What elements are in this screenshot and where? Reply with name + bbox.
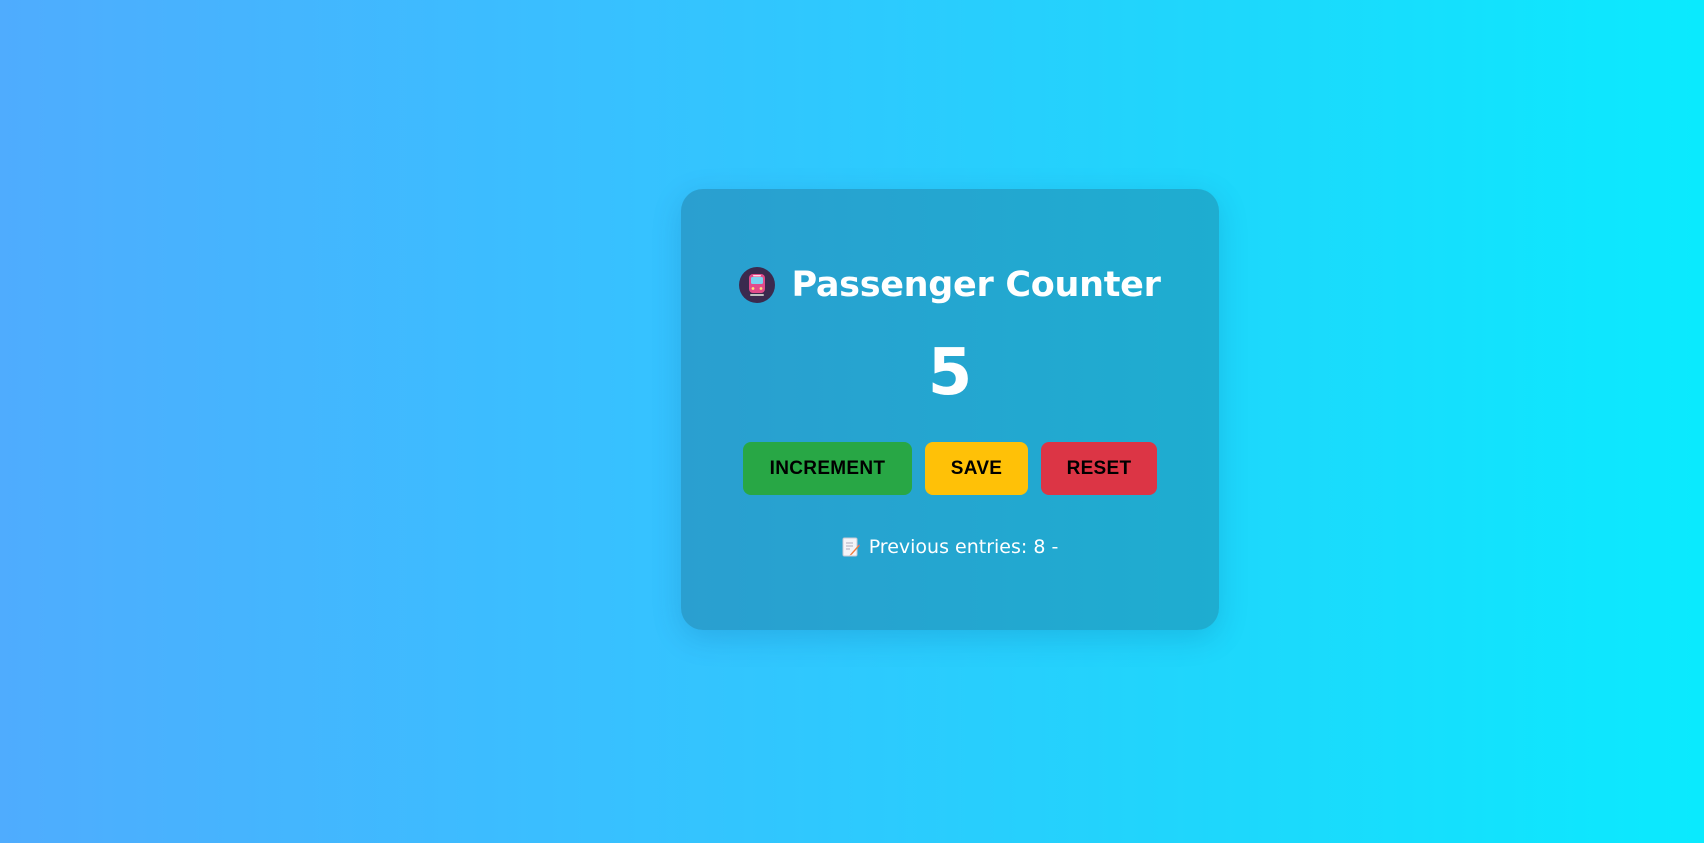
button-row: INCREMENT SAVE RESET xyxy=(681,442,1219,495)
page-title: Passenger Counter xyxy=(791,265,1161,305)
save-button[interactable]: SAVE xyxy=(925,442,1028,495)
memo-icon xyxy=(842,537,860,557)
title-row: Passenger Counter xyxy=(681,265,1219,305)
train-icon xyxy=(739,267,776,303)
passenger-count: 5 xyxy=(927,336,973,410)
previous-entries: Previous entries: 8 - xyxy=(681,536,1219,558)
increment-button[interactable]: INCREMENT xyxy=(743,442,912,495)
counter-card: Passenger Counter 5 INCREMENT SAVE RESET… xyxy=(681,189,1219,630)
reset-button[interactable]: RESET xyxy=(1041,442,1157,495)
previous-entries-text: Previous entries: 8 - xyxy=(868,536,1059,558)
